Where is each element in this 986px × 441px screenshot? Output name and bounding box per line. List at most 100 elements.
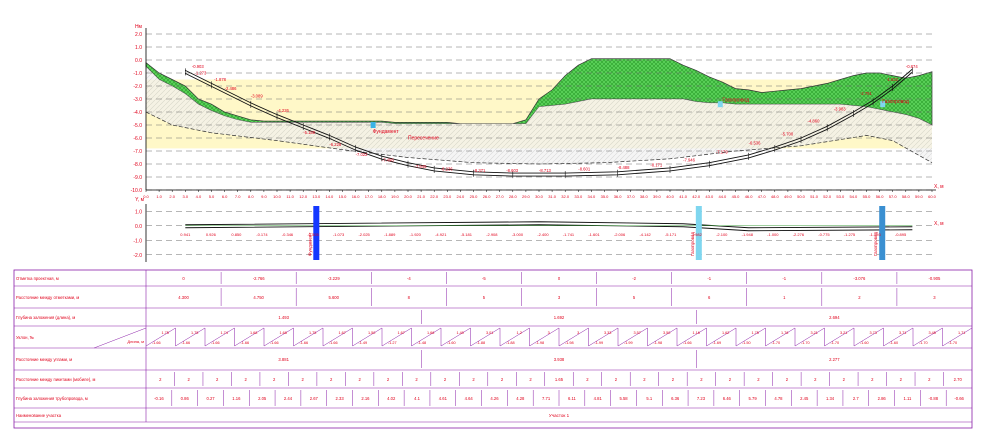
point-label: -8.713 (539, 168, 552, 173)
table-cell: 2 (729, 377, 732, 382)
y-tick-label: -9.0 (133, 175, 142, 181)
point-label: -7.179 (716, 150, 729, 155)
table-cell: 6 (708, 295, 711, 300)
y-tick-label: 1.0 (135, 45, 142, 51)
x-tick-label: 53.0 (836, 194, 845, 199)
plan-value-label: -0.895 (895, 232, 907, 237)
table-cell: 8 (408, 295, 411, 300)
table-cell: 2.16 (361, 396, 370, 401)
table-cell: 4.02 (387, 396, 396, 401)
table-cell: 3 (548, 331, 550, 335)
table-cell: 1.11 (904, 396, 913, 401)
table-cell: 6.11 (568, 396, 577, 401)
table-cell: 4.64 (465, 396, 474, 401)
table-cell: -1.99 (624, 341, 633, 345)
x-tick-label: 49.0 (784, 194, 793, 199)
table-cell: 4.81 (594, 396, 603, 401)
table-cell: 2 (871, 377, 874, 382)
profile-plot: 2.0 1.0 0.0 -1.0 -2.0 -3.0 -4.0 -5.0 -6.0 -7.0 -8.… (131, 24, 945, 199)
point-label: -0.903 (192, 64, 205, 69)
x-tick-label: 33.0 (574, 194, 583, 199)
table-row-sublabel: Длина, м (127, 339, 144, 344)
table-cell: 7.71 (542, 396, 551, 401)
table-cell: 1.75 (161, 331, 168, 335)
table-cell: -1.70 (801, 341, 810, 345)
x-tick-label: 18.0 (378, 194, 387, 199)
x-tick-label: 43.0 (705, 194, 714, 199)
point-label: -6.226 (329, 142, 342, 147)
x-tick-label: 22.0 (430, 194, 439, 199)
x-tick-label: 38.0 (640, 194, 649, 199)
table-cell: 1.68 (250, 331, 257, 335)
x-tick-label: 26.0 (483, 194, 492, 199)
x-tick-label: 40.0 (666, 194, 675, 199)
table-cell: -0.88 (929, 396, 939, 401)
table-cell: -1.66 (181, 341, 190, 345)
table-cell: 1.67 (397, 331, 404, 335)
point-label: -8.236 (441, 167, 454, 172)
table-slope-line (558, 327, 589, 347)
table-cell: 1.76 (781, 331, 788, 335)
x-tick-label: 55.0 (863, 194, 872, 199)
table-cell: -1.66 (299, 341, 308, 345)
table-cell: 3.21 (810, 331, 817, 335)
table-cell: Участок 1 (549, 413, 570, 418)
table-cell: -1.49 (358, 341, 367, 345)
table-diagonal (93, 327, 147, 349)
table-cell: 2.44 (284, 396, 293, 401)
y-tick-label: -10.0 (131, 188, 143, 194)
table-row-label: Глубина заложения (длина), м (16, 315, 75, 320)
table-cell: -1.98 (653, 341, 662, 345)
table-cell: 1.34 (826, 396, 835, 401)
point-label: -8.603 (506, 168, 519, 173)
point-label: -4.860 (808, 118, 821, 123)
plan-plot: 1.00.0-1.0-2.0Y, мX, мФундамент Газопрово… (133, 197, 944, 262)
x-tick-label: 3.0 (183, 194, 189, 199)
table-cell: 1.66 (427, 331, 434, 335)
table-cell: 6.36 (671, 396, 680, 401)
table-row-label: Отметка проектная, м (16, 276, 59, 281)
table-cell: -3.076 (853, 276, 866, 281)
y-tick-label: 2.0 (135, 32, 142, 38)
plan-value-label: -2.100 (716, 232, 728, 237)
table-cell: 3.21 (840, 331, 847, 335)
x-tick-label: 56.0 (876, 194, 885, 199)
x-tick-label: 2.0 (169, 194, 175, 199)
table-cell: 1.2 (517, 331, 522, 335)
table-cell: 2 (615, 377, 618, 382)
x-tick-label: 13.0 (312, 194, 321, 199)
x-tick-label: 10.0 (273, 194, 282, 199)
x-tick-label: 29.0 (522, 194, 531, 199)
table-cell: 4.1 (414, 396, 420, 401)
table-cell: 0 (558, 276, 561, 281)
profile-drawing: 2.0 1.0 0.0 -1.0 -2.0 -3.0 -4.0 -5.0 -6.0 -7.0 -8.… (13, 24, 973, 429)
point-label: -8.171 (650, 163, 663, 168)
plan-value-label: -0.174 (256, 232, 268, 237)
table-cell: 5 (633, 295, 636, 300)
plan-x-label: X, м (934, 221, 944, 227)
table-cell: 2 (358, 377, 361, 382)
x-tick-label: 31.0 (548, 194, 557, 199)
plan-value-label: -1.275 (844, 232, 856, 237)
plan-value-label: -3.000 (512, 232, 524, 237)
table-cell: 5.600 (328, 295, 339, 300)
table-cell: 2 (387, 377, 390, 382)
table-cell: 1.75 (309, 331, 316, 335)
x-tick-label: 50.0 (797, 194, 806, 199)
annotation-label: Газопровод (722, 98, 749, 104)
x-tick-label: 45.0 (732, 194, 741, 199)
point-label: -7.945 (415, 164, 428, 169)
point-label: -2.791 (860, 91, 873, 96)
table-cell: 4.28 (516, 396, 525, 401)
x-tick-label: 23.0 (443, 194, 452, 199)
table-cell: 1.65 (555, 377, 564, 382)
table-cell: 2 (843, 377, 846, 382)
x-tick-label: 5.0 (209, 194, 215, 199)
point-label: -7.022 (356, 152, 369, 157)
x-tick-label: 9.0 (261, 194, 267, 199)
point-label: -4.226 (277, 108, 290, 113)
table-cell: 1.40 (456, 331, 463, 335)
point-label: -5.188 (303, 130, 316, 135)
table-cell: -4 (407, 276, 411, 281)
y-tick-label: -3.0 (133, 97, 142, 103)
